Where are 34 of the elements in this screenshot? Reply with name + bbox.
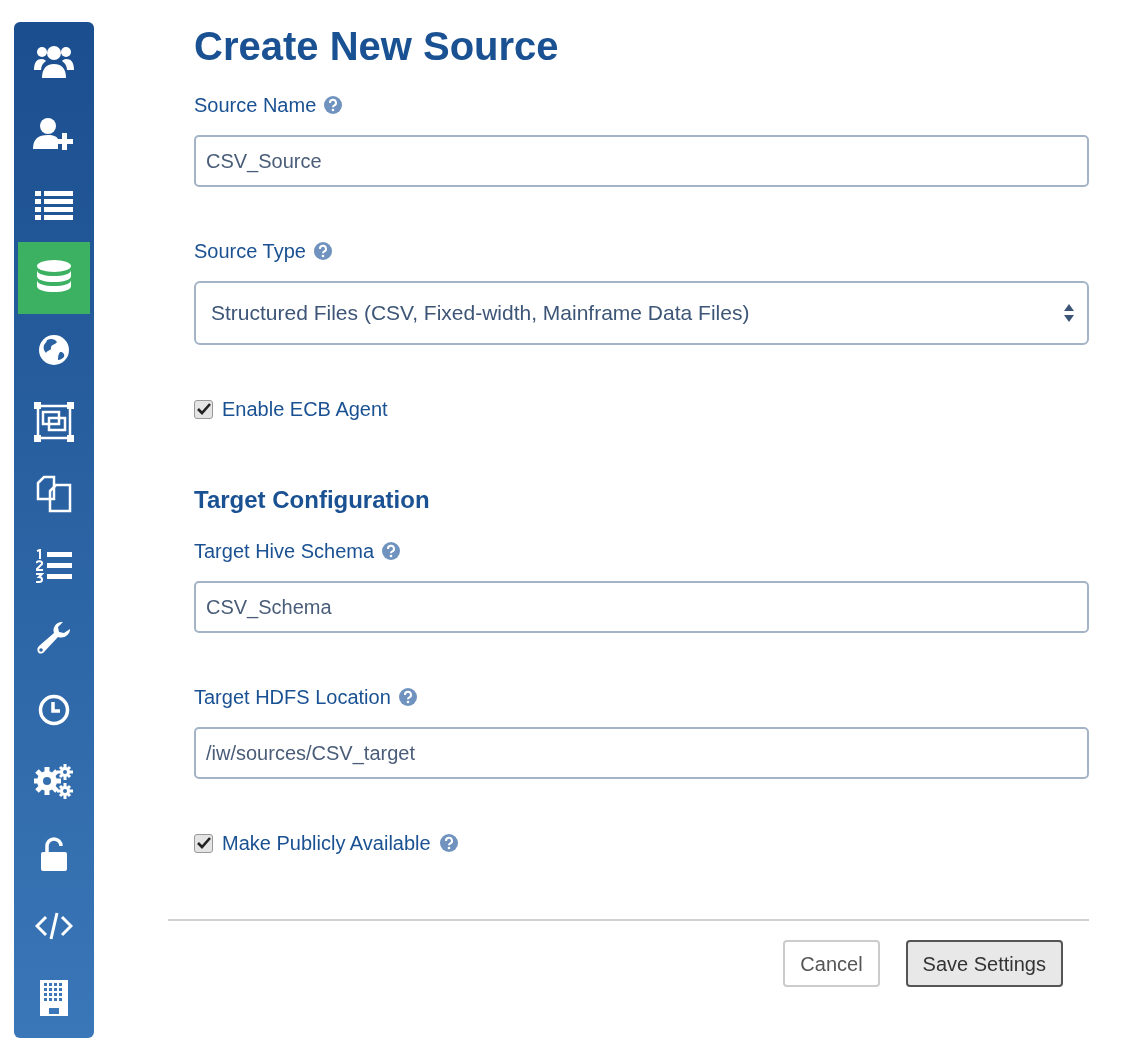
list-icon (35, 191, 73, 221)
help-icon[interactable] (382, 542, 401, 560)
field-label: Source Name (194, 93, 317, 117)
code-icon (35, 912, 73, 940)
layers-frame-icon (34, 402, 74, 442)
section-heading: Target Configuration (194, 485, 431, 515)
help-icon[interactable] (313, 242, 332, 260)
building-icon (40, 980, 68, 1016)
field-label: Target HDFS Location (194, 685, 391, 709)
page-title: Create New Source (194, 23, 560, 70)
numbered-list-icon (36, 549, 72, 583)
checkbox-label: Enable ECB Agent (222, 397, 388, 421)
checkbox-label: Make Publicly Available (222, 831, 431, 855)
help-icon[interactable] (439, 834, 458, 852)
wrench-icon (37, 621, 71, 655)
text-field[interactable]: /iw/sources/CSV_target (194, 727, 1089, 779)
field-label: Target Hive Schema (194, 539, 375, 563)
select-field[interactable]: Structured Files (CSV, Fixed-width, Mainframe Data Files) (194, 281, 1089, 345)
globe-icon (38, 334, 70, 366)
field-label: Source Type (194, 239, 306, 263)
help-icon[interactable] (398, 688, 417, 706)
text-field[interactable]: CSV_Schema (194, 581, 1089, 633)
unlocked-padlock-icon (41, 837, 67, 871)
checkbox[interactable] (194, 399, 213, 419)
clock-icon (38, 694, 70, 726)
add-user-icon (33, 117, 75, 151)
checkbox[interactable] (194, 833, 213, 853)
cancel-button[interactable]: Cancel (783, 940, 880, 987)
save-button[interactable]: Save Settings (905, 940, 1063, 987)
copy-icon (36, 475, 72, 513)
help-icon[interactable] (324, 96, 343, 114)
group-icon (34, 44, 74, 80)
gears-icon (34, 764, 74, 800)
text-field[interactable]: CSV_Source (194, 135, 1089, 187)
